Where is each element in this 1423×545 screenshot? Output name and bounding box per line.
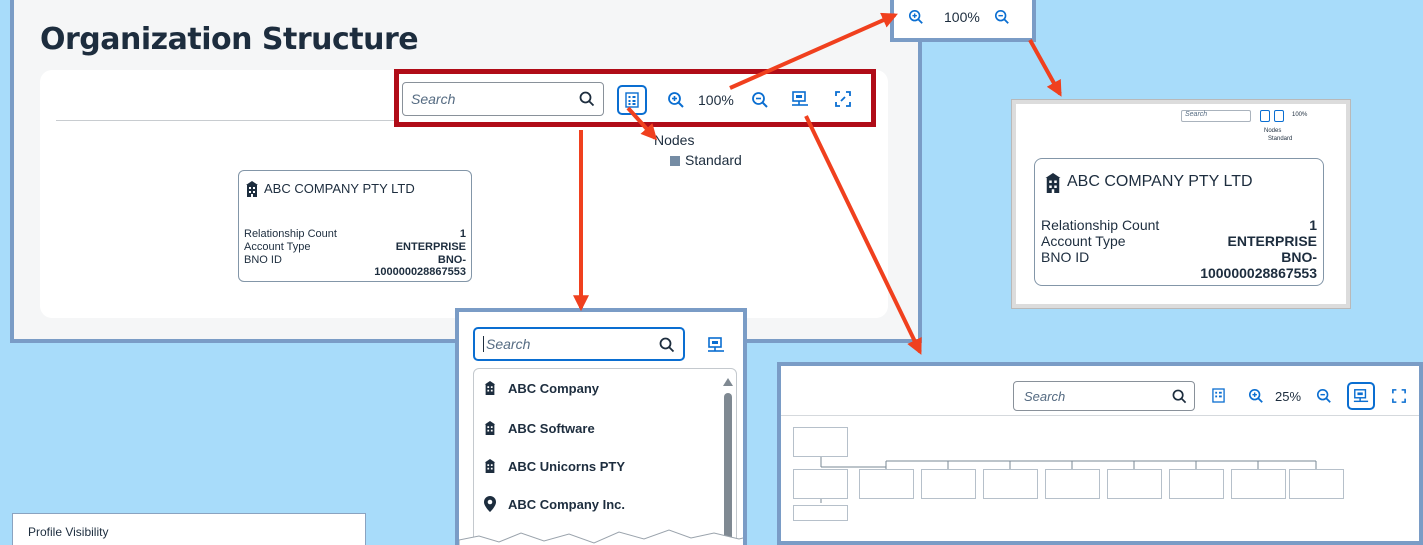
field-value: ENTERPRISE — [1227, 233, 1317, 249]
list-item[interactable]: ABC Company — [474, 369, 714, 407]
search-input[interactable]: Search — [473, 327, 685, 361]
org-node-card[interactable]: ABC COMPANY PTY LTD Relationship Count 1… — [1034, 158, 1324, 286]
scroll-up-icon[interactable] — [722, 376, 734, 388]
list-item[interactable]: ABC Unicorns PTY — [474, 447, 714, 485]
field-label: BNO ID — [1041, 249, 1090, 265]
legend-swatch — [670, 156, 680, 166]
divider — [781, 415, 1419, 416]
tree-node[interactable] — [1107, 469, 1162, 499]
list-item[interactable]: ABC Software — [474, 409, 714, 447]
org-structure-panel: Organization Structure Search 100% Nodes… — [10, 0, 922, 343]
tree-node[interactable] — [793, 427, 848, 457]
zoom-level: 25% — [1275, 389, 1302, 404]
search-placeholder: Search — [483, 336, 530, 352]
panel-title: Profile Visibility — [28, 525, 109, 539]
zoomed-view-canvas: Search 100% Nodes Standard ABC COMPANY P… — [1016, 104, 1346, 304]
building-icon — [482, 459, 498, 473]
search-placeholder: Search — [1185, 111, 1208, 118]
building-icon — [482, 381, 498, 395]
tree-node[interactable] — [793, 469, 848, 499]
tree-node[interactable] — [983, 469, 1038, 499]
org-node-card[interactable]: ABC COMPANY PTY LTD Relationship Count 1… — [238, 170, 472, 282]
zoom-callout: 100% — [890, 0, 1036, 42]
search-icon[interactable] — [1172, 389, 1187, 404]
zoom-out-icon[interactable] — [994, 9, 1010, 25]
search-input[interactable]: Search — [1013, 381, 1195, 411]
fullscreen-icon[interactable] — [1392, 389, 1406, 403]
tree-node[interactable] — [793, 505, 848, 521]
mini-legend-title: Nodes — [1264, 128, 1282, 134]
torn-edge-decoration — [459, 529, 743, 545]
mini-zoom-level: 100% — [1292, 112, 1308, 118]
legend-title: Nodes — [654, 132, 695, 148]
building-icon — [1043, 173, 1063, 193]
field-value: BNO- — [437, 254, 466, 266]
tree-node[interactable] — [921, 469, 976, 499]
tree-node[interactable] — [859, 469, 914, 499]
tree-node[interactable] — [1045, 469, 1100, 499]
location-pin-icon — [482, 496, 498, 512]
legend-icon[interactable] — [1212, 388, 1225, 403]
page-title: Organization Structure — [40, 22, 419, 57]
node-title: ABC COMPANY PTY LTD — [1067, 173, 1253, 190]
search-dropdown-callout: Search ABC Company ABC Software ABC Unic… — [455, 308, 747, 545]
node-title: ABC COMPANY PTY LTD — [264, 181, 415, 196]
legend: Nodes Standard — [654, 132, 742, 168]
field-value: BNO- — [1281, 249, 1317, 265]
field-value: 100000028867553 — [374, 266, 466, 278]
zoom-level: 100% — [944, 9, 980, 25]
building-icon — [244, 181, 260, 197]
search-placeholder: Search — [1024, 389, 1066, 404]
tree-node[interactable] — [1169, 469, 1224, 499]
list-item[interactable]: ABC Company Inc. — [474, 485, 714, 523]
search-results-list: ABC Company ABC Software ABC Unicorns PT… — [473, 368, 737, 545]
legend-item-standard: Standard — [670, 152, 742, 168]
arrow — [1028, 39, 1062, 97]
overview-button[interactable] — [1347, 382, 1375, 410]
field-value: ENTERPRISE — [395, 241, 466, 253]
search-icon[interactable] — [659, 337, 675, 353]
zoom-in-icon[interactable] — [908, 9, 924, 25]
overview-icon[interactable] — [707, 336, 725, 354]
field-value: 1 — [1309, 217, 1317, 233]
scrollbar-thumb[interactable] — [724, 393, 732, 543]
field-label: Relationship Count — [1041, 217, 1160, 233]
field-value: 100000028867553 — [1200, 265, 1317, 281]
field-value: 1 — [459, 228, 466, 240]
tree-node[interactable] — [1231, 469, 1286, 499]
field-label: Account Type — [1041, 233, 1126, 249]
divider — [56, 120, 396, 121]
field-label: Relationship Count — [244, 228, 337, 240]
mini-legend-item: Standard — [1268, 136, 1293, 142]
zoom-out-icon[interactable] — [1316, 388, 1332, 404]
zoom-in-icon[interactable] — [1248, 388, 1264, 404]
profile-visibility-panel: Profile Visibility — [12, 513, 366, 545]
overview-callout: Search 25% — [777, 362, 1423, 545]
field-label: Account Type — [244, 241, 311, 253]
toolbar-highlight — [394, 69, 876, 127]
search-input[interactable]: Search — [1181, 110, 1251, 122]
building-icon — [482, 421, 498, 435]
tree-node[interactable] — [1289, 469, 1344, 499]
mini-legend-button[interactable] — [1260, 110, 1270, 122]
overview-icon — [1353, 388, 1369, 404]
field-label: BNO ID — [244, 254, 282, 266]
mini-zoom-in-button[interactable] — [1274, 110, 1284, 122]
scrollbar[interactable] — [722, 375, 734, 545]
zoomed-view-callout: Search 100% Nodes Standard ABC COMPANY P… — [1011, 99, 1351, 309]
org-tree-overview — [781, 421, 1419, 541]
